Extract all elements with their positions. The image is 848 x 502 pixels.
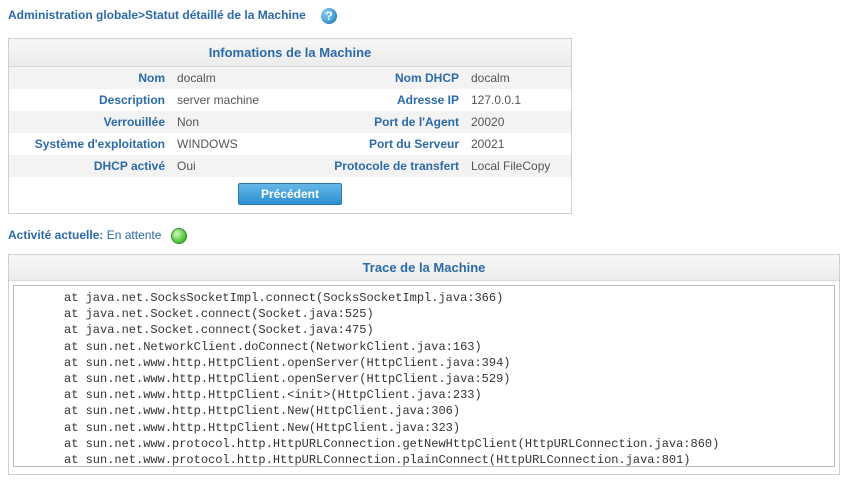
label-port-agent: Port de l'Agent xyxy=(293,111,465,133)
table-row: Nom docalm Nom DHCP docalm xyxy=(9,67,571,89)
table-row: DHCP activé Oui Protocole de transfert L… xyxy=(9,155,571,177)
value-dhcp-active: Oui xyxy=(171,155,293,177)
activity-label: Activité actuelle: xyxy=(8,228,103,242)
table-row: Système d'exploitation WINDOWS Port du S… xyxy=(9,133,571,155)
breadcrumb: Administration globale>Statut détaillé d… xyxy=(8,8,840,24)
label-nom: Nom xyxy=(9,67,171,89)
status-ok-icon xyxy=(171,228,187,244)
machine-info-panel: Infomations de la Machine Nom docalm Nom… xyxy=(8,38,572,214)
value-nom: docalm xyxy=(171,67,293,89)
precedent-button[interactable]: Précédent xyxy=(238,183,342,205)
table-row: Verrouillée Non Port de l'Agent 20020 xyxy=(9,111,571,133)
breadcrumb-parent-link[interactable]: Administration globale xyxy=(8,8,138,22)
value-protocole-transfert: Local FileCopy xyxy=(465,155,571,177)
value-systeme-exploitation: WINDOWS xyxy=(171,133,293,155)
label-nom-dhcp: Nom DHCP xyxy=(293,67,465,89)
button-row: Précédent xyxy=(9,177,571,213)
trace-title: Trace de la Machine xyxy=(9,255,839,281)
table-row: Description server machine Adresse IP 12… xyxy=(9,89,571,111)
activity-status: En attente xyxy=(107,228,162,242)
value-port-serveur: 20021 xyxy=(465,133,571,155)
breadcrumb-separator: > xyxy=(138,8,145,22)
label-description: Description xyxy=(9,89,171,111)
help-icon[interactable]: ? xyxy=(321,8,337,24)
value-nom-dhcp: docalm xyxy=(465,67,571,89)
label-dhcp-active: DHCP activé xyxy=(9,155,171,177)
trace-textarea[interactable] xyxy=(13,285,835,467)
breadcrumb-current: Statut détaillé de la Machine xyxy=(145,8,306,22)
label-protocole-transfert: Protocole de transfert xyxy=(293,155,465,177)
value-verrouillee: Non xyxy=(171,111,293,133)
label-verrouillee: Verrouillée xyxy=(9,111,171,133)
label-adresse-ip: Adresse IP xyxy=(293,89,465,111)
label-systeme-exploitation: Système d'exploitation xyxy=(9,133,171,155)
machine-info-table: Nom docalm Nom DHCP docalm Description s… xyxy=(9,67,571,177)
value-port-agent: 20020 xyxy=(465,111,571,133)
trace-panel: Trace de la Machine xyxy=(8,254,840,475)
activity-line: Activité actuelle: En attente xyxy=(8,228,840,244)
machine-info-title: Infomations de la Machine xyxy=(9,39,571,67)
value-description: server machine xyxy=(171,89,293,111)
label-port-serveur: Port du Serveur xyxy=(293,133,465,155)
trace-body xyxy=(9,281,839,474)
value-adresse-ip: 127.0.0.1 xyxy=(465,89,571,111)
